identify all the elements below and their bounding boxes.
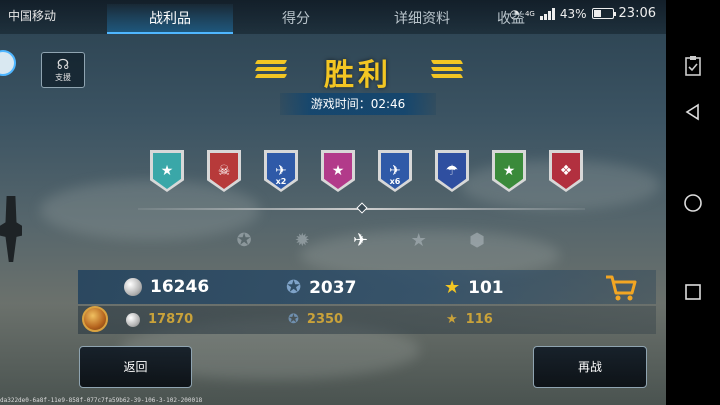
medal-emblem-icon: ★ [495,153,523,189]
green-red-star-medal: ★ [492,150,526,192]
progress-knob [355,202,368,214]
plane-medal: ✈ x2 [264,150,298,192]
progress-line [138,202,585,214]
tab-loot[interactable]: 战利品 [107,4,233,34]
tab-earnings[interactable]: 收益 [485,4,557,34]
clipboard-icon[interactable] [679,52,707,80]
medal-emblem-icon: ☂ [438,153,466,189]
magenta-star-medal: ★ [321,150,355,192]
support-label: 支援 [55,72,71,82]
edge-menu-button[interactable] [0,50,16,76]
experience-stat: ✪ 2037 [286,277,356,298]
stars-stat: ★ 101 [444,277,504,298]
hex-rank-icon: ⬢ [469,229,485,251]
recents-square-icon[interactable] [679,278,707,306]
tab-score[interactable]: 得分 [233,4,359,34]
blue-star-icon: ✪ [286,277,302,298]
premium-stars-stat: ★ 116 [446,312,493,327]
premium-credits-stat: 17870 [126,312,193,327]
medal-multiplier: x6 [389,177,401,186]
shopping-cart-icon[interactable] [604,274,638,306]
support-button[interactable]: ☊ 支援 [41,52,85,88]
medal-multiplier: x2 [275,177,287,186]
star-wings-rank-icon: ✹ [294,229,310,251]
medals-row: ★ ☠ ✈ x2 ★ ✈ x6 ☂ ★ ❖ [150,150,590,194]
gold-star-icon: ★ [446,312,458,327]
plane-rank-icon: ✈ [352,229,369,251]
premium-credits-value: 17870 [148,312,194,327]
wings-rank-icon: ✪ [236,229,252,251]
battery-icon [591,8,616,19]
system-nav-bar [666,0,720,405]
retry-button[interactable]: 再战 [533,346,647,388]
medal-emblem-icon: ★ [153,153,181,189]
silver-coin-icon [124,278,142,296]
premium-experience-stat: ✪ 2350 [288,312,343,327]
plane-medal: ✈ x6 [378,150,412,192]
credits-stat: 16246 [124,277,209,297]
medal-emblem-icon: ❖ [552,153,580,189]
silver-coin-icon [126,312,140,327]
right-chevron-icon [430,60,464,81]
game-time: 游戏时间：02:46 [280,93,436,115]
stars-value: 101 [468,277,504,298]
battery-percent: 43% [559,6,587,21]
clock: 23:06 [618,6,656,21]
session-id: da322de0-6a8f-11e9-858f-077c7fa59b62-39-… [0,397,203,404]
red-skull-medal: ☠ [207,150,241,192]
reward-row: 16246 ✪ 2037 ★ 101 [78,270,656,304]
premium-experience-value: 2350 [306,312,344,327]
crimson-medal: ❖ [549,150,583,192]
experience-value: 2037 [309,277,357,298]
back-triangle-icon[interactable] [679,98,707,126]
premium-badge-icon [82,306,108,332]
premium-reward-row: 17870 ✪ 2350 ★ 116 [78,306,656,334]
victory-title: 胜利 [324,58,392,93]
rank-icons: ✪ ✹ ✈ ★ ⬢ [228,226,493,256]
credits-value: 16246 [150,277,210,297]
gold-star-icon: ★ [444,277,461,298]
premium-stars-value: 116 [465,312,493,327]
tab-bar: 战利品 得分 详细资料 收益 [107,4,557,34]
parachute-medal: ☂ [435,150,469,192]
medal-emblem-icon: ★ [324,153,352,189]
home-circle-icon[interactable] [679,189,707,217]
back-button[interactable]: 返回 [79,346,192,388]
headset-icon: ☊ [56,56,70,73]
star-laurel-rank-icon: ★ [410,229,427,251]
background-plane [0,196,22,262]
left-chevron-icon [254,60,288,81]
medal-emblem-icon: ☠ [210,153,238,189]
teal-stars-medal: ★ [150,150,184,192]
carrier-name: 中国移动 [8,9,57,23]
tab-details[interactable]: 详细资料 [359,4,485,34]
blue-star-icon: ✪ [288,312,299,327]
